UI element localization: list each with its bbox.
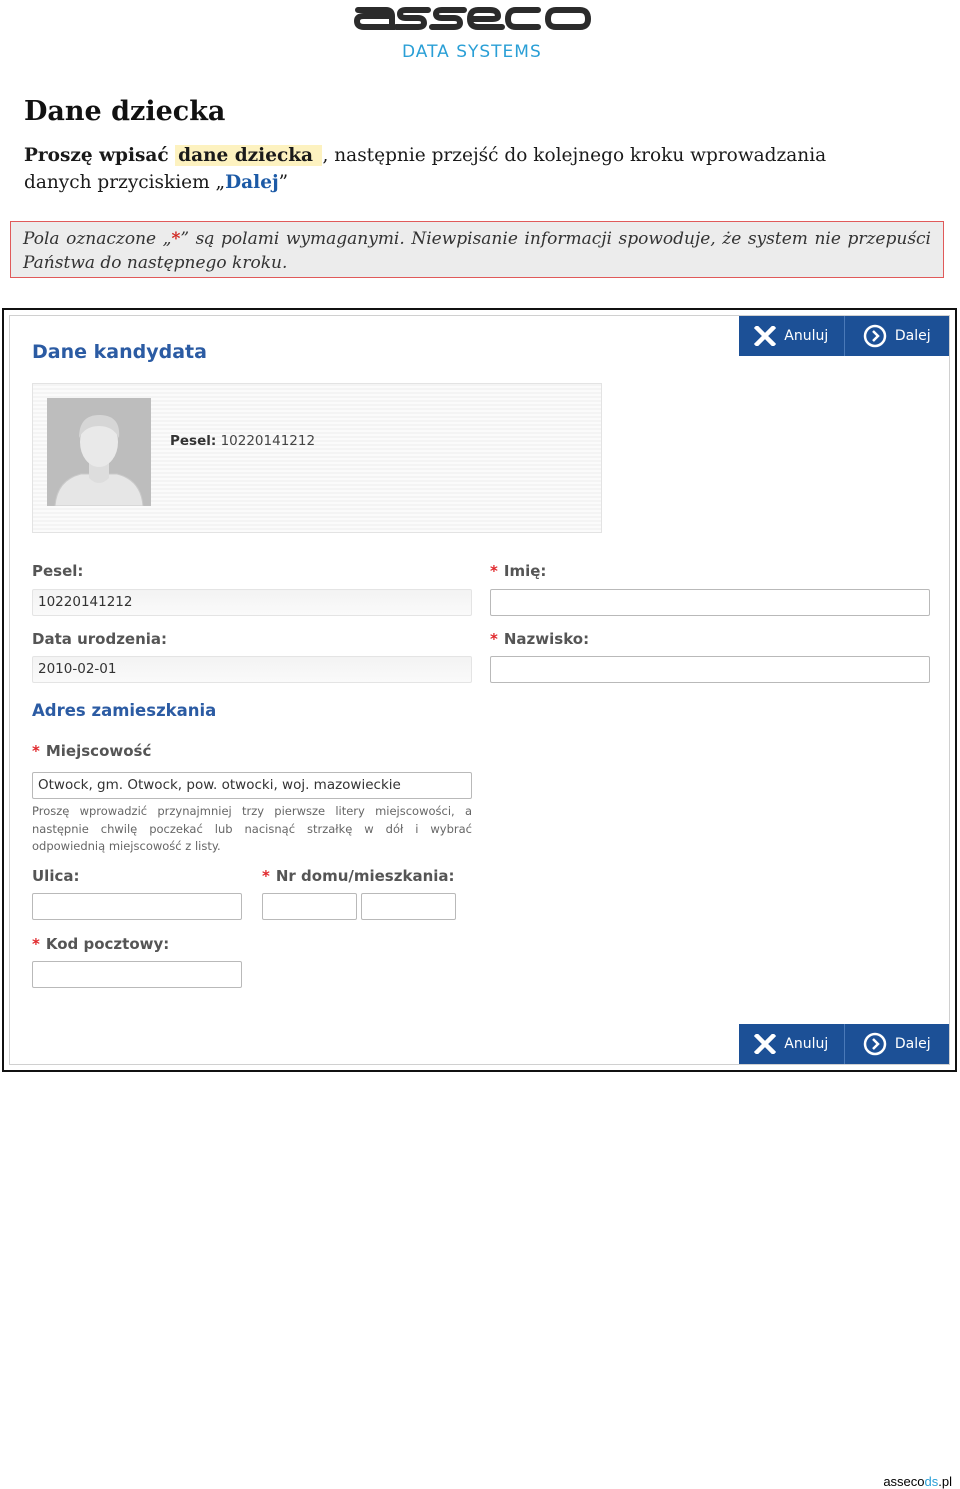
arrow-right-circle-icon — [863, 324, 887, 348]
asseco-logo: DATA SYSTEMS — [352, 0, 604, 66]
house-label: Nr domu/mieszkania: — [275, 867, 455, 885]
postal-label: Kod pocztowy: — [45, 935, 170, 953]
next-button-label: Dalej — [894, 328, 931, 344]
intro-text-end: ” — [278, 172, 289, 193]
close-icon — [754, 326, 777, 346]
dob-label: Data urodzenia: — [32, 630, 168, 648]
city-hint: Proszę wprowadzić przynajmniej trzy pier… — [32, 804, 472, 853]
card-pesel-label: Pesel: — [170, 433, 217, 449]
pesel-label: Pesel: — [32, 562, 84, 580]
required-mark: * — [32, 935, 40, 953]
card-pesel-value: 10220141212 — [220, 433, 316, 449]
form-screenshot: Anuluj Dalej Dane kandydata Pesel: 10220… — [2, 308, 957, 1072]
postal-code-input[interactable] — [32, 961, 242, 988]
city-label: Miejscowość — [45, 742, 152, 760]
document-intro: Proszę wpisać dane dziecka , następnie p… — [24, 142, 854, 196]
next-button-label: Dalej — [894, 1036, 931, 1052]
pesel-field: 10220141212 — [32, 589, 472, 616]
arrow-right-circle-icon — [863, 1032, 887, 1056]
required-mark: * — [32, 742, 40, 760]
required-fields-note: Pola oznaczone „*” są polami wymaganymi.… — [10, 221, 944, 278]
intro-button-word: Dalej — [225, 172, 279, 193]
city-label-row: * Miejscowość — [32, 742, 151, 760]
footer-brand-b: ds — [924, 1474, 939, 1489]
flat-number-input[interactable] — [361, 893, 456, 920]
document-title: Dane dziecka — [24, 96, 226, 127]
intro-highlight: dane dziecka — [175, 145, 323, 166]
cancel-button[interactable]: Anuluj — [739, 1024, 844, 1064]
city-input[interactable]: Otwock, gm. Otwock, pow. otwocki, woj. m… — [32, 772, 472, 799]
next-button[interactable]: Dalej — [843, 1024, 950, 1064]
required-mark: * — [490, 630, 498, 648]
first-name-input[interactable] — [490, 589, 930, 616]
card-pesel: Pesel: 10220141212 — [170, 433, 315, 449]
last-name-label: Nazwisko: — [503, 630, 590, 648]
avatar — [47, 398, 151, 506]
required-mark: * — [262, 867, 270, 885]
house-label-row: * Nr domu/mieszkania: — [262, 867, 455, 885]
section-title: Dane kandydata — [32, 341, 207, 363]
cancel-button[interactable]: Anuluj — [739, 316, 844, 356]
footer-brand-c: .pl — [938, 1474, 952, 1489]
footer-brand-a: asseco — [883, 1474, 925, 1489]
dob-field: 2010-02-01 — [32, 656, 472, 683]
footer-brand: assecods.pl — [883, 1474, 952, 1489]
logo-subtitle: DATA SYSTEMS — [402, 42, 542, 62]
cancel-button-label: Anuluj — [784, 1036, 829, 1052]
person-placeholder-icon — [47, 398, 151, 506]
close-icon — [754, 1034, 777, 1054]
bottom-button-bar: Anuluj Dalej — [739, 1024, 949, 1064]
form-panel: Anuluj Dalej Dane kandydata Pesel: 10220… — [9, 315, 950, 1065]
first-name-label-row: * Imię: — [490, 562, 546, 580]
postal-label-row: * Kod pocztowy: — [32, 935, 169, 953]
top-button-bar: Anuluj Dalej — [739, 316, 949, 356]
asseco-wordmark-icon — [353, 7, 592, 30]
last-name-label-row: * Nazwisko: — [490, 630, 589, 648]
address-section-title: Adres zamieszkania — [32, 701, 217, 720]
intro-text-start: Proszę wpisać — [24, 145, 176, 166]
house-number-input[interactable] — [262, 893, 357, 920]
street-label: Ulica: — [32, 867, 80, 885]
street-input[interactable] — [32, 893, 242, 920]
last-name-input[interactable] — [490, 656, 930, 683]
note-text-start: Pola oznaczone „ — [23, 229, 172, 249]
candidate-card: Pesel: 10220141212 — [32, 383, 602, 533]
next-button[interactable]: Dalej — [843, 316, 950, 356]
required-mark: * — [490, 562, 498, 580]
first-name-label: Imię: — [503, 562, 547, 580]
cancel-button-label: Anuluj — [784, 328, 829, 344]
